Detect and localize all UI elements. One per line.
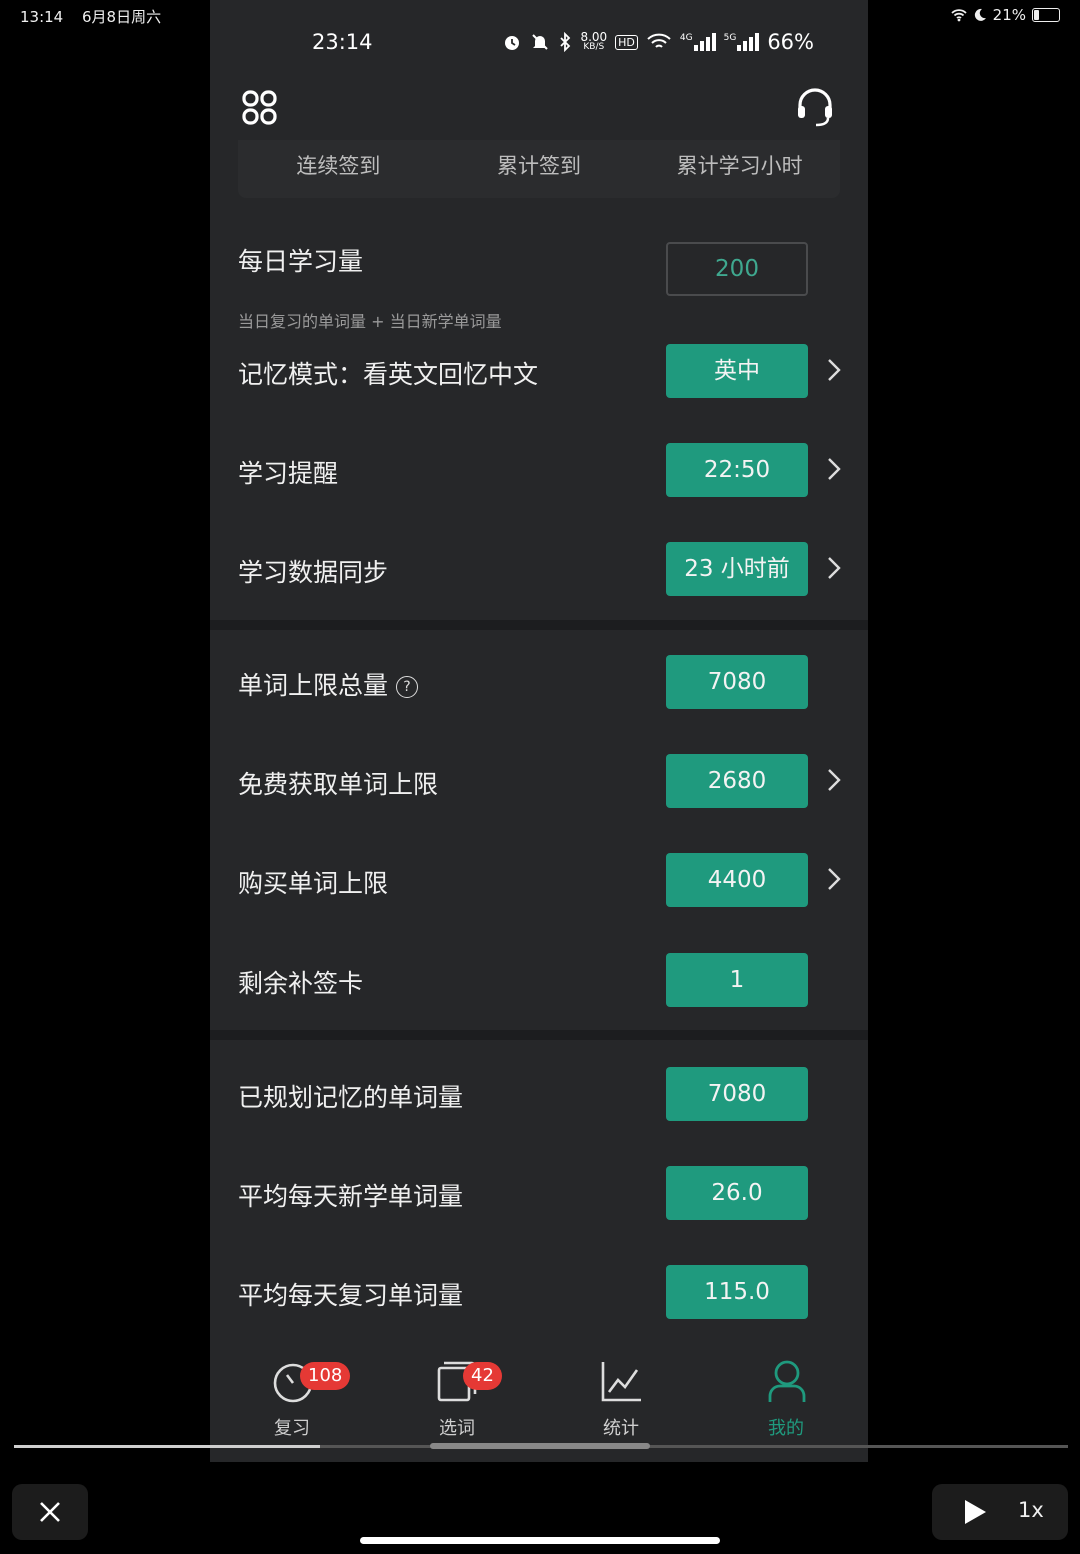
- section-divider: [210, 1030, 868, 1040]
- chevron-right-icon: [828, 458, 841, 480]
- select-words-badge: 42: [463, 1362, 502, 1390]
- video-progress-fill: [14, 1445, 320, 1448]
- battery-icon: [1032, 8, 1060, 22]
- data-sync-button[interactable]: 23 小时前: [666, 542, 808, 596]
- tab-mine[interactable]: 我的: [726, 1358, 846, 1448]
- tab-review[interactable]: 108 复习: [232, 1358, 352, 1448]
- tab-review-label: 复习: [274, 1418, 310, 1439]
- wifi-icon: [647, 33, 671, 48]
- tab-mine-label: 我的: [768, 1418, 804, 1439]
- avg-review-label: 平均每天复习单词量: [238, 1281, 464, 1310]
- mute-icon: [532, 34, 549, 50]
- chevron-right-icon: [828, 359, 841, 381]
- daily-amount-row[interactable]: 每日学习量 当日复习的单词量 + 当日新学单词量 200: [210, 240, 868, 331]
- word-limit-section: 单词上限总量? 7080 免费获取单词上限 2680 购买单词上限 4400 剩…: [210, 630, 868, 1030]
- net-speed-value: 8.00: [580, 30, 608, 44]
- memory-mode-button[interactable]: 英中: [666, 344, 808, 398]
- buy-limit-button[interactable]: 4400: [666, 853, 808, 907]
- word-limit-total-row: 单词上限总量? 7080: [210, 652, 868, 712]
- section-divider: [210, 620, 868, 630]
- chevron-right-icon: [828, 868, 841, 890]
- phone-status-bar: 23:14 8.00 KB/S HD 4G 5G 66%: [210, 24, 868, 64]
- line-chart-icon: [601, 1362, 641, 1402]
- system-time: 13:14: [20, 8, 64, 26]
- chevron-right-icon: [828, 769, 841, 791]
- daily-amount-subtitle: 当日复习的单词量 + 当日新学单词量: [238, 312, 502, 331]
- study-reminder-label: 学习提醒: [238, 459, 339, 488]
- phone-battery-percent: 66%: [767, 30, 814, 54]
- makeup-card-value: 1: [666, 953, 808, 1007]
- makeup-card-row: 剩余补签卡 1: [210, 950, 868, 1010]
- study-settings-section: 每日学习量 当日复习的单词量 + 当日新学单词量 200 记忆模式：看英文回忆中…: [210, 210, 868, 620]
- close-button[interactable]: [12, 1484, 88, 1540]
- system-date: 6月8日周六: [82, 8, 162, 26]
- planned-words-value: 7080: [666, 1067, 808, 1121]
- signal-4g: 4G: [680, 33, 716, 51]
- memory-mode-label: 记忆模式：看英文回忆中文: [238, 360, 539, 389]
- moon-icon: [974, 8, 986, 21]
- playback-speed-button[interactable]: 1x: [1018, 1498, 1044, 1522]
- tab-select-words-label: 选词: [439, 1418, 475, 1439]
- wifi-icon: [951, 9, 967, 22]
- help-icon[interactable]: ?: [396, 676, 419, 698]
- planned-words-label: 已规划记忆的单词量: [238, 1083, 464, 1112]
- memory-mode-row[interactable]: 记忆模式：看英文回忆中文 英中: [210, 341, 868, 401]
- daily-amount-input[interactable]: 200: [666, 242, 808, 296]
- study-reminder-button[interactable]: 22:50: [666, 443, 808, 497]
- data-sync-row[interactable]: 学习数据同步 23 小时前: [210, 539, 868, 599]
- word-limit-total-value: 7080: [666, 655, 808, 709]
- data-sync-label: 学习数据同步: [238, 558, 389, 587]
- avg-new-value: 26.0: [666, 1166, 808, 1220]
- phone-time: 23:14: [312, 30, 373, 54]
- phone-screen: 23:14 8.00 KB/S HD 4G 5G 66% 连续签到 累计签到 累…: [210, 0, 868, 1462]
- stat-total-checkin[interactable]: 累计签到: [439, 140, 640, 198]
- net-speed-unit: KB/S: [583, 42, 605, 52]
- free-limit-button[interactable]: 2680: [666, 754, 808, 808]
- system-battery-percent: 21%: [992, 6, 1026, 24]
- free-limit-label: 免费获取单词上限: [238, 770, 439, 799]
- chevron-right-icon: [828, 557, 841, 579]
- daily-amount-label: 每日学习量: [238, 247, 364, 276]
- tab-statistics[interactable]: 统计: [561, 1358, 681, 1448]
- buy-limit-row[interactable]: 购买单词上限 4400: [210, 850, 868, 910]
- alarm-icon: [505, 36, 520, 50]
- makeup-card-label: 剩余补签卡: [238, 969, 364, 998]
- stats-summary-bar: 连续签到 累计签到 累计学习小时: [238, 140, 840, 198]
- stat-total-study-hours[interactable]: 累计学习小时: [639, 140, 840, 198]
- play-icon[interactable]: [962, 1498, 988, 1526]
- hd-icon: HD: [615, 34, 638, 50]
- avg-new-label: 平均每天新学单词量: [238, 1182, 464, 1211]
- close-icon: [40, 1502, 60, 1522]
- tab-select-words[interactable]: 42 选词: [397, 1358, 517, 1448]
- scrub-handle[interactable]: [430, 1443, 650, 1449]
- home-indicator[interactable]: [360, 1537, 720, 1544]
- signal-5g: 5G: [724, 33, 760, 51]
- avg-new-row: 平均每天新学单词量 26.0: [210, 1163, 868, 1223]
- playback-controls: 1x: [932, 1484, 1068, 1540]
- apps-menu-icon[interactable]: [240, 88, 280, 128]
- study-reminder-row[interactable]: 学习提醒 22:50: [210, 440, 868, 500]
- plan-stats-section: 已规划记忆的单词量 7080 平均每天新学单词量 26.0 平均每天复习单词量 …: [210, 1040, 868, 1350]
- free-limit-row[interactable]: 免费获取单词上限 2680: [210, 751, 868, 811]
- avg-review-row: 平均每天复习单词量 115.0: [210, 1262, 868, 1322]
- headset-support-icon[interactable]: [794, 86, 836, 128]
- tab-statistics-label: 统计: [603, 1418, 639, 1439]
- review-badge: 108: [300, 1362, 351, 1390]
- avg-review-value: 115.0: [666, 1265, 808, 1319]
- bluetooth-icon: [560, 32, 571, 52]
- buy-limit-label: 购买单词上限: [238, 869, 389, 898]
- word-limit-total-label: 单词上限总量: [238, 671, 389, 700]
- user-icon: [768, 1360, 806, 1402]
- planned-words-row: 已规划记忆的单词量 7080: [210, 1064, 868, 1124]
- stat-consecutive-checkin[interactable]: 连续签到: [238, 140, 439, 198]
- app-header: [210, 80, 868, 140]
